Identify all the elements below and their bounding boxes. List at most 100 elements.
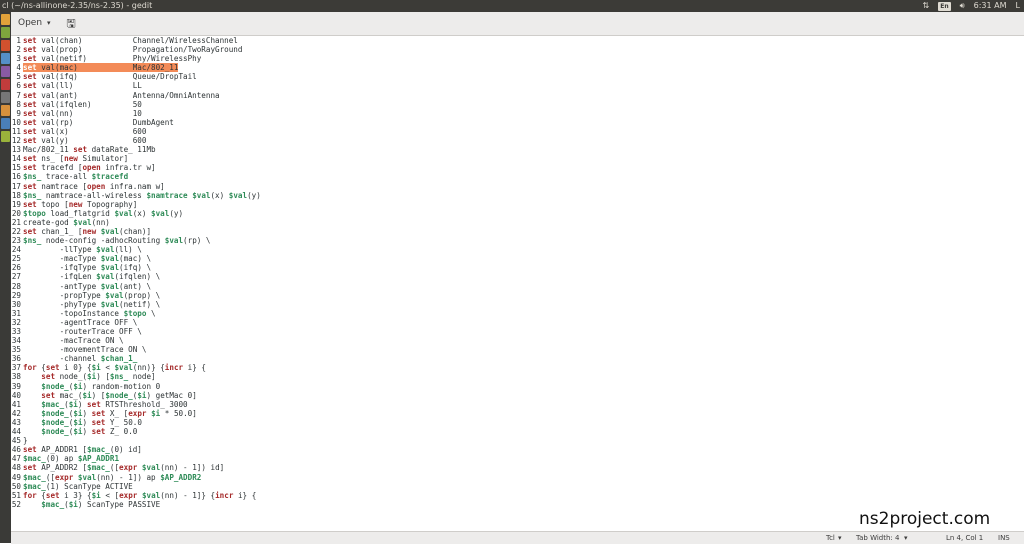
- code-line[interactable]: 37 for {set i 0} {$i < $val(nn)} {incr i}…: [11, 363, 1024, 372]
- code-line[interactable]: 7 set val(ant) Antenna/OmniAntenna: [11, 91, 1024, 100]
- tab-width-selector[interactable]: Tab Width: 4: [856, 532, 899, 544]
- code-line[interactable]: 27 -ifqLen $val(ifqlen) \: [11, 272, 1024, 281]
- speaker-icon[interactable]: 🔊︎: [960, 0, 965, 12]
- code-line[interactable]: 8 set val(ifqlen) 50: [11, 100, 1024, 109]
- launcher-app-icon[interactable]: [1, 27, 10, 38]
- open-button-label: Open: [18, 18, 43, 28]
- code-line[interactable]: 33 -routerTrace OFF \: [11, 327, 1024, 336]
- code-line[interactable]: 22 set chan_1_ [new $val(chan)]: [11, 227, 1024, 236]
- code-line[interactable]: 26 -ifqType $val(ifq) \: [11, 263, 1024, 272]
- line-number: 10: [11, 117, 21, 127]
- code-line[interactable]: 35 -movementTrace ON \: [11, 345, 1024, 354]
- code-line[interactable]: 10 set val(rp) DumbAgent: [11, 118, 1024, 127]
- line-number: 17: [11, 181, 21, 191]
- line-number: 43: [11, 417, 21, 427]
- clock[interactable]: 6:31 AM: [974, 0, 1007, 12]
- code-line[interactable]: 38 set node_($i) [$ns_ node]: [11, 372, 1024, 381]
- code-line[interactable]: 23 $ns_ node-config -adhocRouting $val(rp…: [11, 236, 1024, 245]
- launcher-app-icon[interactable]: [1, 53, 10, 64]
- code-line[interactable]: 18 $ns_ namtrace-all-wireless $namtrace $…: [11, 191, 1024, 200]
- launcher-app-icon[interactable]: [1, 131, 10, 142]
- language-selector[interactable]: Tcl: [826, 532, 835, 544]
- code-text: set node_($i) [$ns_ node]: [41, 372, 156, 382]
- code-line[interactable]: 14 set ns_ [new Simulator]: [11, 154, 1024, 163]
- code-text: -agentTrace OFF \: [23, 317, 138, 327]
- code-line[interactable]: 51 for {set i 3} {$i < [expr $val(nn) - 1…: [11, 491, 1024, 500]
- user-menu[interactable]: L: [1016, 0, 1020, 12]
- code-line[interactable]: 4 set val(mac) Mac/802_11: [11, 63, 1024, 73]
- code-line[interactable]: 16 $ns_ trace-all $tracefd: [11, 172, 1024, 181]
- launcher-app-icon[interactable]: [1, 92, 10, 103]
- code-line[interactable]: 24 -llType $val(ll) \: [11, 245, 1024, 254]
- code-text: set val(ifqlen) 50: [23, 99, 142, 109]
- code-line[interactable]: 11 set val(x) 600: [11, 127, 1024, 136]
- code-text: set topo [new Topography]: [23, 199, 138, 209]
- code-line[interactable]: 42 $node_($i) set X_ [expr $i * 50.0]: [11, 409, 1024, 418]
- code-text: set tracefd [open infra.tr w]: [23, 163, 156, 173]
- code-line[interactable]: 29 -propType $val(prop) \: [11, 291, 1024, 300]
- open-button[interactable]: Open ▾: [15, 16, 56, 31]
- code-line[interactable]: 1 set val(chan) Channel/WirelessChannel: [11, 36, 1024, 45]
- code-text: -movementTrace ON \: [23, 345, 147, 355]
- updown-arrows-icon[interactable]: ⇅: [923, 0, 930, 12]
- code-text: -antType $val(ant) \: [23, 281, 152, 291]
- code-line[interactable]: 47 $mac_(0) ap $AP_ADDR1: [11, 454, 1024, 463]
- code-text: set val(netif) Phy/WirelessPhy: [23, 54, 202, 64]
- line-number: 2: [16, 45, 21, 55]
- launcher-app-icon[interactable]: [1, 118, 10, 129]
- launcher-app-icon[interactable]: [1, 105, 10, 116]
- code-line[interactable]: 45}: [11, 436, 1024, 445]
- code-line[interactable]: 15 set tracefd [open infra.tr w]: [11, 163, 1024, 172]
- code-line[interactable]: 19 set topo [new Topography]: [11, 200, 1024, 209]
- code-text: set val(nn) 10: [23, 108, 142, 118]
- code-line[interactable]: 48 set AP_ADDR2 [$mac_([expr $val(nn) - 1…: [11, 463, 1024, 472]
- code-line[interactable]: 52 $mac_($i) ScanType PASSIVE: [11, 500, 1024, 509]
- code-line[interactable]: 32 -agentTrace OFF \: [11, 318, 1024, 327]
- code-line[interactable]: 21 create-god $val(nn): [11, 218, 1024, 227]
- code-line[interactable]: 49 $mac_([expr $val(nn) - 1]) ap $AP_ADDR…: [11, 473, 1024, 482]
- status-bar: Tcl ▾ Tab Width: 4 ▾ Ln 4, Col 1 INS: [11, 531, 1024, 544]
- code-line[interactable]: 50 $mac_(1) ScanType ACTIVE: [11, 482, 1024, 491]
- code-line[interactable]: 36 -channel $chan_1_: [11, 354, 1024, 363]
- system-tray: ⇅ En 🔊︎ 6:31 AM L: [923, 0, 1020, 12]
- code-text: -topoInstance $topo \: [23, 308, 156, 318]
- code-line[interactable]: 44 $node_($i) set Z_ 0.0: [11, 427, 1024, 436]
- line-number: 32: [11, 317, 21, 327]
- code-line[interactable]: 41 $mac_($i) set RTSThreshold_ 3000: [11, 400, 1024, 409]
- launcher-app-icon[interactable]: [1, 66, 10, 77]
- save-icon[interactable]: 🖫︎: [64, 16, 78, 31]
- code-line[interactable]: 28 -antType $val(ant) \: [11, 282, 1024, 291]
- code-line[interactable]: 3 set val(netif) Phy/WirelessPhy: [11, 54, 1024, 63]
- line-number: 14: [11, 154, 21, 164]
- launcher-app-icon[interactable]: [1, 40, 10, 51]
- line-number: 24: [11, 245, 21, 255]
- code-text: Mac/802_11 set dataRate_ 11Mb: [23, 145, 156, 155]
- code-line[interactable]: 40 set mac_($i) [$node_($i) getMac 0]: [11, 391, 1024, 400]
- top-panel: cl (~/ns-allinone-2.35/ns-2.35) - gedit …: [0, 0, 1024, 12]
- code-line[interactable]: 17 set namtrace [open infra.nam w]: [11, 182, 1024, 191]
- code-editor[interactable]: 1 set val(chan) Channel/WirelessChannel 2 s…: [11, 36, 1024, 532]
- code-line[interactable]: 43 $node_($i) set Y_ 50.0: [11, 418, 1024, 427]
- line-number: 20: [11, 208, 21, 218]
- code-line[interactable]: 39 $node_($i) random-motion 0: [11, 382, 1024, 391]
- code-line[interactable]: 9 set val(nn) 10: [11, 109, 1024, 118]
- code-line[interactable]: 30 -phyType $val(netif) \: [11, 300, 1024, 309]
- keyboard-layout-indicator[interactable]: En: [938, 1, 951, 11]
- line-number: 15: [11, 163, 21, 173]
- code-line[interactable]: 5 set val(ifq) Queue/DropTail: [11, 72, 1024, 81]
- line-number: 30: [11, 299, 21, 309]
- launcher-app-icon[interactable]: [1, 79, 10, 90]
- code-line[interactable]: 2 set val(prop) Propagation/TwoRayGround: [11, 45, 1024, 54]
- watermark: ns2project.com: [859, 509, 991, 529]
- code-line[interactable]: 12 set val(y) 600: [11, 136, 1024, 145]
- code-line[interactable]: 46 set AP_ADDR1 [$mac_(0) id]: [11, 445, 1024, 454]
- code-line[interactable]: 25 -macType $val(mac) \: [11, 254, 1024, 263]
- code-line[interactable]: 34 -macTrace ON \: [11, 336, 1024, 345]
- code-line[interactable]: 13 Mac/802_11 set dataRate_ 11Mb: [11, 145, 1024, 154]
- launcher-app-icon[interactable]: [1, 14, 10, 25]
- code-line[interactable]: 20 $topo load_flatgrid $val(x) $val(y): [11, 209, 1024, 218]
- line-number: 36: [11, 354, 21, 364]
- code-text: set val(prop) Propagation/TwoRayGround: [23, 45, 243, 55]
- code-line[interactable]: 31 -topoInstance $topo \: [11, 309, 1024, 318]
- code-line[interactable]: 6 set val(ll) LL: [11, 81, 1024, 90]
